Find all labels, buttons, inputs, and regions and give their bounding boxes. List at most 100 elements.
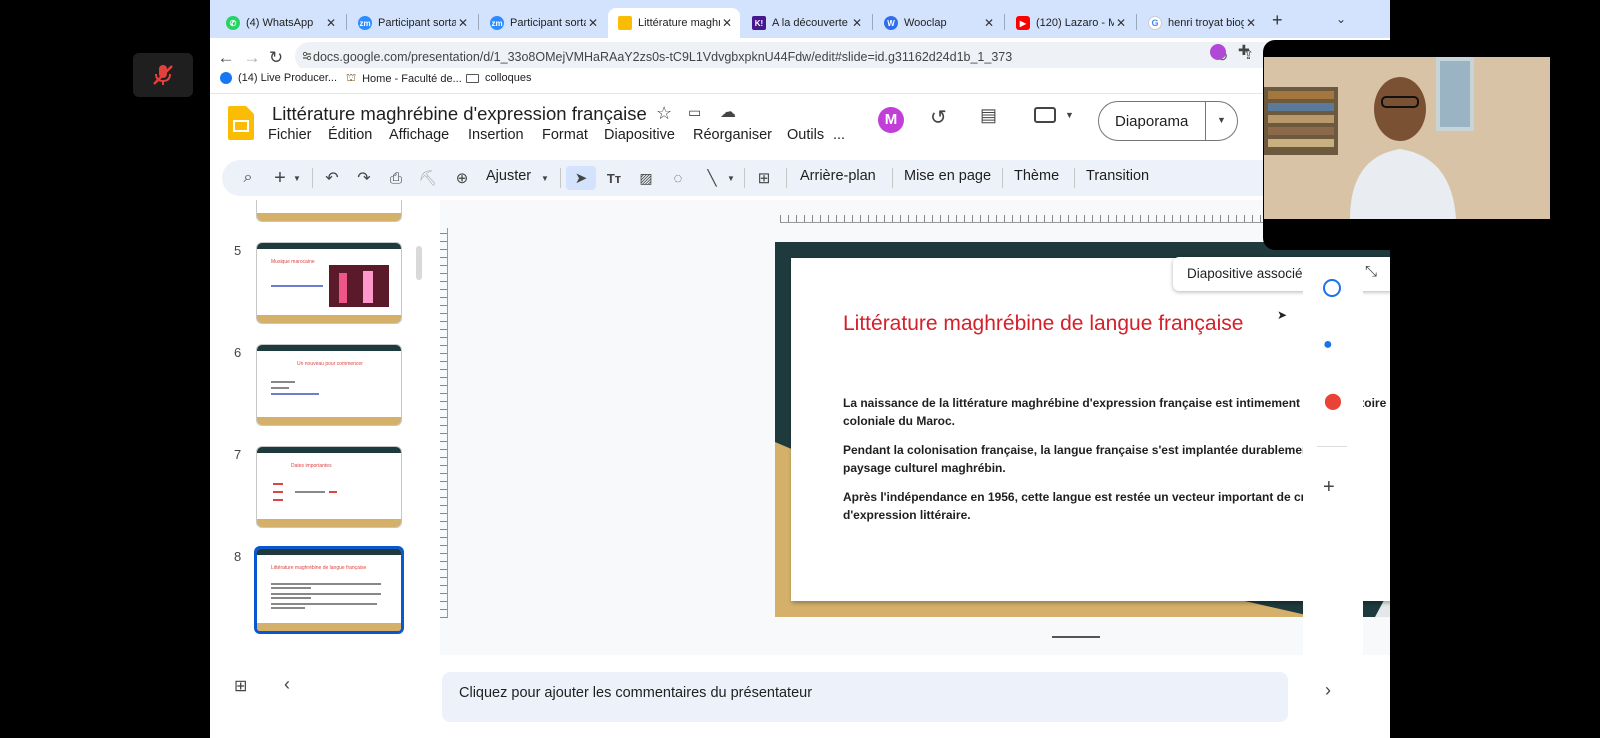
- menu-edition[interactable]: Édition: [328, 127, 372, 143]
- meet-camera-icon[interactable]: [1034, 107, 1056, 123]
- undo-icon[interactable]: ↶: [320, 166, 344, 190]
- paint-format-icon[interactable]: ⛏: [416, 166, 440, 190]
- cloud-status-icon[interactable]: ☁: [720, 102, 736, 122]
- reload-button[interactable]: ↻: [264, 46, 288, 70]
- tab-participant-1[interactable]: zm Participant sortan ✕: [348, 8, 476, 38]
- slideshow-button[interactable]: Diaporama ▼: [1098, 101, 1238, 141]
- close-icon[interactable]: ✕: [1244, 16, 1258, 30]
- zoom-icon[interactable]: ⊕: [450, 166, 474, 190]
- filmstrip-scrollbar[interactable]: [416, 246, 422, 280]
- bookmark-colloques[interactable]: colloques: [466, 72, 531, 84]
- collapse-icon[interactable]: ⤡: [1365, 263, 1377, 280]
- menu-reorganiser[interactable]: Réorganiser: [693, 127, 772, 143]
- slide-title[interactable]: Littérature maghrébine de langue françai…: [843, 312, 1243, 336]
- video-participant[interactable]: [1263, 40, 1600, 250]
- new-slide-chevron-icon[interactable]: ▼: [290, 166, 304, 190]
- shape-icon[interactable]: ◌: [666, 166, 690, 190]
- editing-toolbar: ⌕ + ▼ ↶ ↷ ⎙ ⛏ ⊕ Ajuster ▼ ➤ Tт ▨ ◌ ╲ ▼ ⊞…: [222, 160, 1382, 196]
- background-button[interactable]: Arrière-plan: [800, 168, 876, 184]
- tab-label: Littérature maghr: [638, 17, 720, 29]
- tab-list-chevron-icon[interactable]: ⌄: [1336, 12, 1346, 26]
- select-cursor-icon[interactable]: ➤: [566, 166, 596, 190]
- version-history-icon[interactable]: ↺: [930, 105, 947, 130]
- close-icon[interactable]: ✕: [456, 16, 470, 30]
- move-folder-icon[interactable]: ▭: [688, 104, 701, 121]
- slide-thumbnail-4[interactable]: [256, 200, 402, 222]
- menu-insertion[interactable]: Insertion: [468, 127, 524, 143]
- add-addon-icon[interactable]: +: [1323, 476, 1335, 499]
- slide-filmstrip: 5 Musique marocaine 6 Un nouveau pour co…: [210, 200, 435, 660]
- tab-participant-2[interactable]: zm Participant sortan ✕: [480, 8, 606, 38]
- url-text: docs.google.com/presentation/d/1_33o8OMe…: [313, 49, 1013, 64]
- transition-button[interactable]: Transition: [1086, 168, 1149, 184]
- add-comment-icon[interactable]: ⊞: [752, 166, 776, 190]
- zoom-fit-select[interactable]: Ajuster: [486, 168, 531, 184]
- menu-affichage[interactable]: Affichage: [389, 127, 449, 143]
- addon-icon[interactable]: M: [878, 107, 904, 133]
- slides-logo-icon[interactable]: [228, 106, 254, 140]
- address-bar[interactable]: docs.google.com/presentation/d/1_33o8OMe…: [295, 42, 1285, 71]
- menu-fichier[interactable]: Fichier: [268, 127, 312, 143]
- bookmark-faculte[interactable]: ⛫ Home - Faculté de...: [346, 72, 462, 86]
- tab-slides-active[interactable]: Littérature maghr ✕: [608, 8, 740, 38]
- wooclap-icon: W: [884, 16, 898, 30]
- close-icon[interactable]: ✕: [586, 16, 600, 30]
- menu-format[interactable]: Format: [542, 127, 588, 143]
- slide-thumbnail-5[interactable]: Musique marocaine: [256, 242, 402, 324]
- zoom-icon: zm: [358, 16, 372, 30]
- resize-handle[interactable]: [1052, 636, 1100, 638]
- new-slide-icon[interactable]: +: [268, 166, 292, 190]
- close-icon[interactable]: ✕: [324, 16, 338, 30]
- back-button[interactable]: ←: [214, 46, 238, 70]
- maps-icon[interactable]: ⬤: [1324, 391, 1342, 411]
- menu-outils[interactable]: Outils: [787, 127, 824, 143]
- line-icon[interactable]: ╲: [700, 166, 724, 190]
- tab-youtube[interactable]: ▶ (120) Lazaro - M ✕: [1006, 8, 1134, 38]
- tasks-icon[interactable]: [1323, 279, 1341, 297]
- chevron-down-icon[interactable]: ▼: [1217, 115, 1226, 125]
- star-icon[interactable]: ☆: [656, 103, 672, 124]
- grid-view-icon[interactable]: ⊞: [234, 676, 247, 696]
- folder-icon: [466, 73, 479, 83]
- text-box-icon[interactable]: Tт: [602, 166, 626, 190]
- tab-wooclap[interactable]: W Wooclap ✕: [874, 8, 1002, 38]
- puzzle-icon[interactable]: ✚: [1238, 42, 1250, 59]
- close-icon[interactable]: ✕: [850, 16, 864, 30]
- whatsapp-icon: ✆: [226, 16, 240, 30]
- close-icon[interactable]: ✕: [1114, 16, 1128, 30]
- image-icon[interactable]: ▨: [634, 166, 658, 190]
- meet-chevron-down-icon[interactable]: ▼: [1065, 110, 1074, 120]
- slide-thumbnail-8-selected[interactable]: Littérature maghrébine de langue françai…: [254, 546, 404, 634]
- menu-diapositive[interactable]: Diapositive: [604, 127, 675, 143]
- browser-window: ✆ (4) WhatsApp ✕ zm Participant sortan ✕…: [210, 0, 1390, 738]
- line-chevron-icon[interactable]: ▼: [724, 166, 738, 190]
- bookmark-live-producer[interactable]: (14) Live Producer...: [220, 72, 337, 84]
- menu-more[interactable]: ...: [833, 127, 845, 143]
- zoom-chevron-icon[interactable]: ▼: [538, 166, 552, 190]
- current-slide[interactable]: Littérature maghrébine de langue françai…: [775, 242, 1390, 617]
- tab-google[interactable]: G henri troyat biogr ✕: [1138, 8, 1264, 38]
- extension-icon[interactable]: [1210, 44, 1226, 60]
- speaker-notes[interactable]: Cliquez pour ajouter les commentaires du…: [442, 672, 1288, 722]
- slide-thumbnail-7[interactable]: Dates importantes: [256, 446, 402, 528]
- contacts-icon[interactable]: ●: [1323, 336, 1333, 354]
- close-icon[interactable]: ✕: [720, 16, 734, 30]
- search-menu-icon[interactable]: ⌕: [236, 166, 260, 190]
- comments-icon[interactable]: ▤: [980, 105, 997, 126]
- collapse-filmstrip-icon[interactable]: ‹: [284, 674, 290, 695]
- layout-button[interactable]: Mise en page: [904, 168, 991, 184]
- site-info-icon: [302, 51, 312, 61]
- slide-thumbnail-6[interactable]: Un nouveau pour commencer: [256, 344, 402, 426]
- close-icon[interactable]: ✕: [982, 16, 996, 30]
- print-icon[interactable]: ⎙: [384, 166, 408, 190]
- mic-muted-button[interactable]: [133, 53, 193, 97]
- document-title[interactable]: Littérature maghrébine d'expression fran…: [272, 103, 647, 125]
- mouse-cursor: ➤: [1277, 308, 1288, 322]
- theme-button[interactable]: Thème: [1014, 168, 1059, 184]
- redo-icon[interactable]: ↷: [352, 166, 376, 190]
- new-tab-button[interactable]: +: [1272, 10, 1283, 31]
- tab-kahoot[interactable]: K! A la découverte d ✕: [742, 8, 870, 38]
- expand-panel-icon[interactable]: ›: [1325, 680, 1331, 701]
- tab-whatsapp[interactable]: ✆ (4) WhatsApp ✕: [216, 8, 344, 38]
- forward-button[interactable]: →: [240, 46, 264, 70]
